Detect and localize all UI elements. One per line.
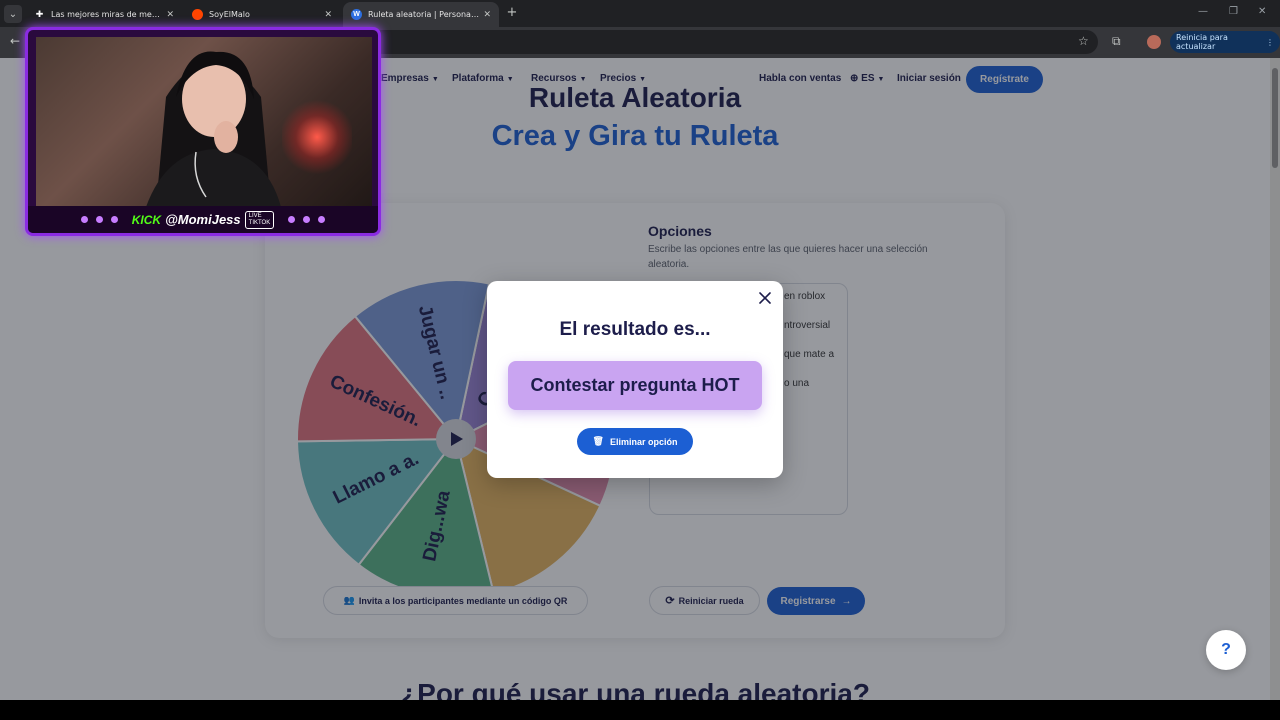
back-icon[interactable]: ← <box>10 34 20 48</box>
scrollbar-thumb[interactable] <box>1272 68 1278 168</box>
restore-icon[interactable]: ❐ <box>1229 6 1238 17</box>
tab-ruleta[interactable]: W Ruleta aleatoria | Personaliza y ✕ <box>343 2 499 27</box>
close-icon[interactable]: ✕ <box>324 10 332 20</box>
trash-icon: 🗑 <box>592 436 604 446</box>
reddit-favicon-icon <box>192 9 203 20</box>
close-icon[interactable] <box>758 291 772 305</box>
kick-logo: KICK <box>131 212 162 227</box>
webcam-video <box>36 37 372 207</box>
delete-option-button[interactable]: 🗑 Eliminar opción <box>577 428 693 455</box>
stream-handle: @MomiJess <box>165 212 241 227</box>
profile-avatar[interactable] <box>1147 35 1161 49</box>
window-close-icon[interactable]: ✕ <box>1258 6 1266 17</box>
streamer-figure <box>146 51 281 207</box>
restart-update-button[interactable]: Reinicia para actualizar ⋮ <box>1170 31 1280 53</box>
tab-soyelmalo[interactable]: SoyElMalo ✕ <box>184 2 340 27</box>
taskbar <box>0 700 1280 720</box>
plus-favicon-icon: ✚ <box>35 9 44 20</box>
help-button[interactable]: ? <box>1206 630 1246 670</box>
result-value: Contestar pregunta HOT <box>508 361 762 410</box>
close-icon[interactable]: ✕ <box>483 10 491 20</box>
bookmark-star-icon[interactable]: ☆ <box>1078 34 1089 48</box>
kebab-menu-icon: ⋮ <box>1266 37 1274 47</box>
result-modal: El resultado es... Contestar pregunta HO… <box>487 281 783 478</box>
extensions-icon[interactable]: ⧉ <box>1112 34 1121 49</box>
minimize-icon[interactable]: — <box>1198 6 1208 17</box>
browser-tab-bar: ⌄ ✚ Las mejores miras de memes de ✕ SoyE… <box>0 0 1280 27</box>
modal-title: El resultado es... <box>559 319 711 340</box>
address-bar[interactable] <box>370 30 1098 54</box>
decor-dots <box>288 216 326 223</box>
close-icon[interactable]: ✕ <box>166 10 174 20</box>
new-tab-icon[interactable]: + <box>505 5 519 21</box>
tab-search-dropdown-icon[interactable]: ⌄ <box>4 5 22 23</box>
webcam-overlay: KICK @MomiJess LIVE TIKTOK <box>25 27 381 236</box>
tab-memes[interactable]: ✚ Las mejores miras de memes de ✕ <box>26 2 182 27</box>
decor-dots <box>80 216 118 223</box>
tiktok-live-badge: LIVE TIKTOK <box>244 210 275 229</box>
stream-banner: KICK @MomiJess LIVE TIKTOK <box>28 206 378 233</box>
wheel-favicon-icon: W <box>351 9 362 20</box>
